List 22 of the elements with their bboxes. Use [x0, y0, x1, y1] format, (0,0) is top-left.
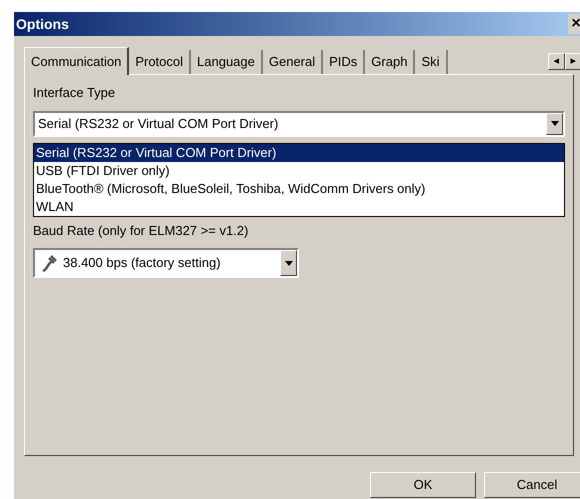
ok-button[interactable]: OK	[370, 472, 476, 498]
close-button[interactable]: ×	[568, 14, 580, 34]
window-title: Options	[16, 14, 69, 34]
scroll-left-button[interactable]: ◂	[548, 53, 565, 70]
tab[interactable]: Graph	[365, 50, 416, 74]
interface-type-dropdown[interactable]: Serial (RS232 or Virtual COM Port Driver)	[33, 110, 565, 136]
baud-rate-dropdown[interactable]: 38.400 bps (factory setting)	[33, 248, 299, 278]
dropdown-option[interactable]: BlueTooth® (Microsoft, BlueSoleil, Toshiba, WidComm Drivers only)	[34, 180, 564, 198]
tab[interactable]: General	[262, 50, 324, 74]
field-label: Baud Rate (only for ELM327 >= v1.2)	[33, 222, 250, 240]
cancel-button[interactable]: Cancel	[484, 472, 580, 498]
plug-icon	[41, 253, 59, 273]
tab[interactable]: Language	[191, 50, 263, 74]
tab[interactable]: PIDs	[323, 50, 366, 74]
tab[interactable]: Communication	[24, 47, 130, 75]
dropdown-option[interactable]: USB (FTDI Driver only)	[34, 162, 564, 180]
scroll-right-button[interactable]: ▸	[565, 53, 580, 70]
tab[interactable]: Ski	[415, 50, 448, 74]
dropdown-option[interactable]: WLAN	[34, 198, 564, 216]
tab[interactable]: Protocol	[129, 50, 192, 74]
dropdown-option[interactable]: Serial (RS232 or Virtual COM Port Driver)	[34, 144, 564, 162]
field-label: Interface Type	[33, 84, 116, 102]
